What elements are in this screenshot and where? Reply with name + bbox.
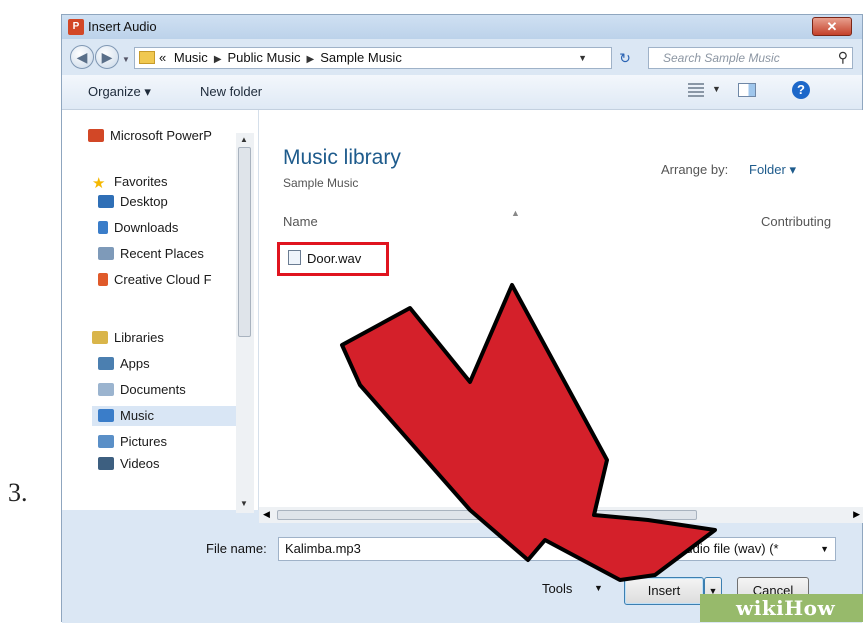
horizontal-scrollbar[interactable]: ◀ ▶ (259, 507, 863, 523)
arrange-by-label: Arrange by: (661, 162, 729, 177)
star-icon: ★ (92, 175, 106, 192)
sidebar-item-documents[interactable]: Documents (98, 380, 186, 400)
sidebar-item-label: Pictures (120, 434, 167, 449)
documents-icon (98, 383, 114, 396)
new-folder-button[interactable]: New folder (200, 84, 262, 99)
chevron-down-icon[interactable]: ▼ (712, 84, 721, 94)
scrollbar-thumb[interactable] (238, 147, 251, 337)
breadcrumb-public-music[interactable]: Public Music (228, 50, 301, 65)
sidebar-item-pictures[interactable]: Pictures (98, 432, 167, 452)
chevron-right-icon: ▶ (306, 54, 315, 65)
sidebar-item-powerpoint[interactable]: Microsoft PowerP (88, 126, 212, 146)
close-button[interactable]: ✕ (812, 17, 852, 36)
search-input[interactable]: Search Sample Music ⚲ (648, 47, 853, 69)
back-arrow-icon: ◀ (76, 49, 88, 65)
forward-arrow-icon: ▶ (101, 49, 113, 65)
sort-ascending-icon: ▲ (511, 208, 520, 218)
sidebar-item-label: Videos (120, 456, 160, 471)
file-name-label: File name: (206, 541, 267, 556)
sidebar-item-label: Favorites (114, 174, 168, 189)
sidebar-item-favorites[interactable]: ★ Favorites (92, 172, 167, 192)
breadcrumb[interactable]: « Music ▶ Public Music ▶ Sample Music ▼ (134, 47, 612, 69)
desktop-icon (98, 195, 114, 208)
search-placeholder: Search Sample Music (663, 51, 780, 65)
breadcrumb-sample-music[interactable]: Sample Music (320, 50, 402, 65)
chevron-down-icon[interactable]: ▼ (578, 48, 587, 68)
recent-locations-dropdown-icon[interactable]: ▼ (122, 55, 130, 64)
scroll-left-icon[interactable]: ◀ (263, 509, 270, 520)
organize-button[interactable]: Organize ▾ (88, 84, 151, 100)
refresh-icon[interactable]: ↻ (614, 47, 636, 69)
tools-menu[interactable]: Tools (542, 581, 572, 596)
file-name: Door.wav (307, 251, 362, 266)
libraries-icon (92, 331, 108, 344)
scroll-right-icon[interactable]: ▶ (853, 509, 860, 520)
wikihow-logo: wikiHow (736, 596, 836, 620)
file-type-select[interactable]: ndows audio file (wav) (* ▼ (632, 537, 836, 561)
navigation-scrollbar[interactable]: ▲ ▼ (236, 133, 254, 513)
chevron-down-icon[interactable]: ▼ (594, 583, 603, 593)
apps-icon (98, 357, 114, 370)
sidebar-item-downloads[interactable]: Downloads (98, 218, 178, 238)
sidebar-item-creative-cloud[interactable]: Creative Cloud F (98, 270, 212, 290)
chevron-right-icon: ▶ (213, 54, 222, 65)
command-toolbar: Organize ▾ New folder ▼ ? (62, 75, 862, 110)
powerpoint-icon (88, 129, 104, 142)
creative-cloud-icon (98, 273, 108, 286)
navigation-pane: Microsoft PowerP ★ Favorites Desktop Down… (62, 110, 259, 510)
dialog-title: Insert Audio (88, 19, 157, 34)
powerpoint-icon: P (68, 19, 84, 35)
sidebar-item-libraries[interactable]: Libraries (92, 328, 164, 348)
search-icon: ⚲ (837, 49, 848, 65)
sidebar-item-label: Documents (120, 382, 186, 397)
sidebar-item-videos[interactable]: Videos (98, 454, 160, 474)
sidebar-item-apps[interactable]: Apps (98, 354, 150, 374)
column-header-contributing[interactable]: Contributing (761, 214, 831, 229)
step-number: 3. (8, 478, 28, 507)
library-subtitle: Sample Music (283, 176, 359, 190)
breadcrumb-prefix: « (159, 50, 167, 65)
scrollbar-thumb[interactable] (277, 510, 697, 520)
file-type-value: ndows audio file (wav) (* (637, 541, 779, 556)
close-icon: ✕ (826, 19, 838, 34)
forward-button[interactable]: ▶ (95, 45, 119, 69)
list-item[interactable]: Door.wav (277, 242, 389, 276)
sidebar-item-label: Libraries (114, 330, 164, 345)
recent-places-icon (98, 247, 114, 260)
sidebar-item-label: Microsoft PowerP (110, 128, 212, 143)
sidebar-item-label: Creative Cloud F (114, 272, 212, 287)
pictures-icon (98, 435, 114, 448)
insert-button[interactable]: Insert (624, 577, 704, 605)
column-header-name[interactable]: Name (283, 214, 318, 229)
arrange-by-dropdown[interactable]: Folder ▾ (749, 162, 796, 178)
breadcrumb-music[interactable]: Music (174, 50, 208, 65)
sidebar-item-desktop[interactable]: Desktop (98, 192, 168, 212)
file-name-input[interactable]: Kalimba.mp3 (278, 537, 630, 561)
scroll-up-icon[interactable]: ▲ (240, 135, 248, 144)
sidebar-item-label: Music (120, 408, 154, 423)
folder-icon (139, 51, 155, 64)
sidebar-item-label: Desktop (120, 194, 168, 209)
sidebar-item-recent-places[interactable]: Recent Places (98, 244, 204, 264)
videos-icon (98, 457, 114, 470)
help-icon[interactable]: ? (792, 81, 810, 99)
address-row: ◀ ▶ ▼ « Music ▶ Public Music ▶ Sample Music … (62, 41, 862, 73)
music-icon (98, 409, 114, 422)
sidebar-item-label: Apps (120, 356, 150, 371)
file-list-pane: Music library Sample Music Arrange by: F… (259, 110, 863, 510)
views-icon[interactable] (688, 83, 704, 97)
preview-pane-icon[interactable] (738, 83, 756, 97)
sidebar-item-label: Downloads (114, 220, 179, 235)
downloads-icon (98, 221, 108, 234)
chevron-down-icon: ▼ (820, 544, 829, 554)
title-bar: P Insert Audio ✕ (62, 15, 862, 39)
audio-file-icon (288, 250, 301, 265)
library-title: Music library (283, 146, 401, 169)
sidebar-item-music[interactable]: Music (92, 406, 242, 426)
back-button[interactable]: ◀ (70, 45, 94, 69)
insert-audio-dialog: P Insert Audio ✕ ◀ ▶ ▼ « Music ▶ Public Mu… (61, 14, 863, 623)
scroll-down-icon[interactable]: ▼ (240, 499, 248, 508)
sidebar-item-label: Recent Places (120, 246, 204, 261)
